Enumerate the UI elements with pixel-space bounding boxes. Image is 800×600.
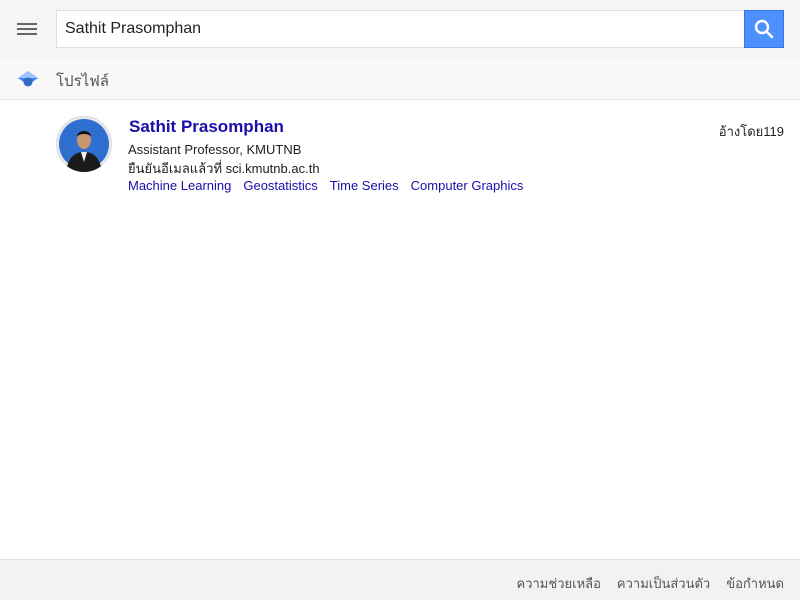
hamburger-icon <box>15 18 39 35</box>
tab-profiles[interactable]: โปรไฟล์ <box>56 69 109 93</box>
search-icon <box>754 19 774 39</box>
interests-list: Machine Learning Geostatistics Time Series… <box>128 178 535 193</box>
footer: ความช่วยเหลือ ความเป็นส่วนตัว ข้อกำหนด <box>0 559 800 600</box>
profile-result: Sathit Prasomphan อ้างโดย119 Assistant P… <box>56 116 784 206</box>
menu-button[interactable] <box>15 18 39 40</box>
search-form <box>56 10 784 48</box>
profile-photo <box>56 116 112 172</box>
interest-link[interactable]: Machine Learning <box>128 178 231 193</box>
verified-email: ยืนยันอีเมลแล้วที่ sci.kmutnb.ac.th <box>128 161 320 176</box>
profile-name-link[interactable]: Sathit Prasomphan <box>129 117 284 137</box>
search-input[interactable] <box>56 10 746 48</box>
footer-link-privacy[interactable]: ความเป็นส่วนตัว <box>617 576 710 591</box>
interest-link[interactable]: Computer Graphics <box>411 178 524 193</box>
interest-link[interactable]: Geostatistics <box>243 178 317 193</box>
footer-link-terms[interactable]: ข้อกำหนด <box>726 576 784 591</box>
affiliation: Assistant Professor, KMUTNB <box>128 142 302 157</box>
scholar-logo-icon[interactable] <box>17 69 39 89</box>
footer-links: ความช่วยเหลือ ความเป็นส่วนตัว ข้อกำหนด <box>501 573 784 594</box>
footer-link-help[interactable]: ความช่วยเหลือ <box>517 576 601 591</box>
avatar[interactable] <box>56 116 112 172</box>
cited-by-count: อ้างโดย119 <box>718 124 784 139</box>
search-button[interactable] <box>744 10 784 48</box>
interest-link[interactable]: Time Series <box>330 178 399 193</box>
tab-bar: โปรไฟล์ <box>0 58 800 100</box>
top-bar <box>0 0 800 58</box>
